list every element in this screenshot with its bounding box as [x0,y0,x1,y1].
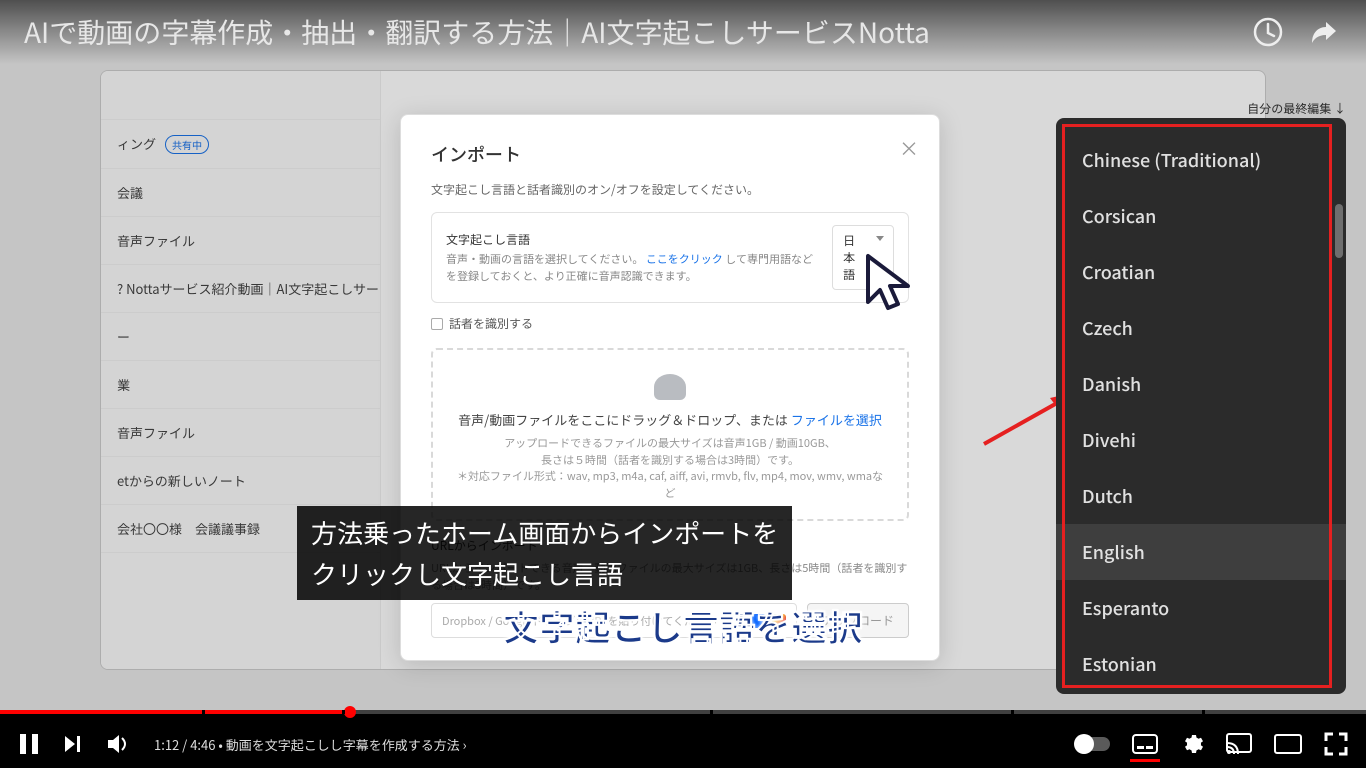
language-box: 文字起こし言語 音声・動画の言語を選択してください。 ここをクリック して専門用… [431,212,909,303]
speaker-checkbox-row[interactable]: 話者を識別する [431,315,909,332]
language-option[interactable]: Danish [1056,356,1346,412]
lang-label: 文字起こし言語 [446,231,820,248]
language-option[interactable]: Estonian [1056,636,1346,692]
language-option[interactable]: Dutch [1056,468,1346,524]
language-option[interactable]: Croatian [1056,244,1346,300]
drop-main-text: 音声/動画ファイルをここにドラッグ＆ドロップ、または ファイルを選択 [453,410,887,429]
modal-title: インポート [431,141,909,167]
language-option[interactable]: Ewe [1056,692,1346,694]
pause-button[interactable] [18,732,40,756]
volume-button[interactable] [106,733,132,755]
player-controls: 1:12 / 4:46 • 動画を文字起こしし字幕を作成する方法 › [0,710,1366,768]
drop-line: 長さは５時間（話者を識別する場合は3時間）です。 [453,452,887,469]
language-option[interactable]: Chinese (Traditional) [1056,132,1346,188]
chapter-title[interactable]: 動画を文字起こしし字幕を作成する方法 [226,735,460,754]
progress-bar[interactable] [0,710,1366,714]
language-option[interactable]: Esperanto [1056,580,1346,636]
video-title: AIで動画の字幕作成・抽出・翻訳する方法｜AI文字起こしサービスNotta [24,12,930,52]
drop-line: アップロードできるファイルの最大サイズは音声1GB / 動画10GB、 [453,435,887,452]
language-option[interactable]: Corsican [1056,188,1346,244]
watch-later-icon[interactable] [1250,14,1286,50]
drop-line: ＊対応ファイル形式：wav, mp3, m4a, caf, aiff, avi,… [453,468,887,501]
captions-button[interactable] [1132,734,1158,754]
file-select-link[interactable]: ファイルを選択 [791,410,882,429]
cursor-annotation [858,250,928,320]
checkbox-icon[interactable] [431,318,443,330]
next-button[interactable] [62,733,84,755]
language-option[interactable]: English [1056,524,1346,580]
caption-line: 方法乗ったホーム画面からインポートを [297,512,792,553]
lang-desc: 音声・動画の言語を選択してください。 ここをクリック して専門用語などを登録して… [446,251,820,284]
autoplay-toggle[interactable] [1076,737,1110,751]
share-icon[interactable] [1306,14,1342,50]
drop-area[interactable]: 音声/動画ファイルをここにドラッグ＆ドロップ、または ファイルを選択 アップロー… [431,348,909,521]
theater-button[interactable] [1274,734,1302,754]
scrollbar-thumb[interactable] [1335,204,1343,258]
fullscreen-button[interactable] [1324,732,1348,756]
close-icon[interactable]: × [899,133,919,162]
caption-line: クリックし文字起こし言語 [297,553,637,594]
modal-subtext: 文字起こし言語と話者識別のオン/オフを設定してください。 [431,181,909,198]
burned-caption: 文字起こし言語を選択 [503,600,863,652]
lang-desc-link[interactable]: ここをクリック [646,251,723,267]
settings-button[interactable] [1180,732,1204,756]
video-titlebar: AIで動画の字幕作成・抽出・翻訳する方法｜AI文字起こしサービスNotta [0,0,1366,64]
language-option[interactable]: Czech [1056,300,1346,356]
checkbox-label: 話者を識別する [449,315,533,332]
language-menu[interactable]: Chinese (Traditional)CorsicanCroatianCze… [1056,118,1346,694]
cast-button[interactable] [1226,733,1252,755]
language-option[interactable]: Divehi [1056,412,1346,468]
upload-cloud-icon [654,374,686,400]
time-display: 1:12 / 4:46 • 動画を文字起こしし字幕を作成する方法 › [154,735,467,754]
caption-box: 方法乗ったホーム画面からインポートを クリックし文字起こし言語 [297,506,792,600]
